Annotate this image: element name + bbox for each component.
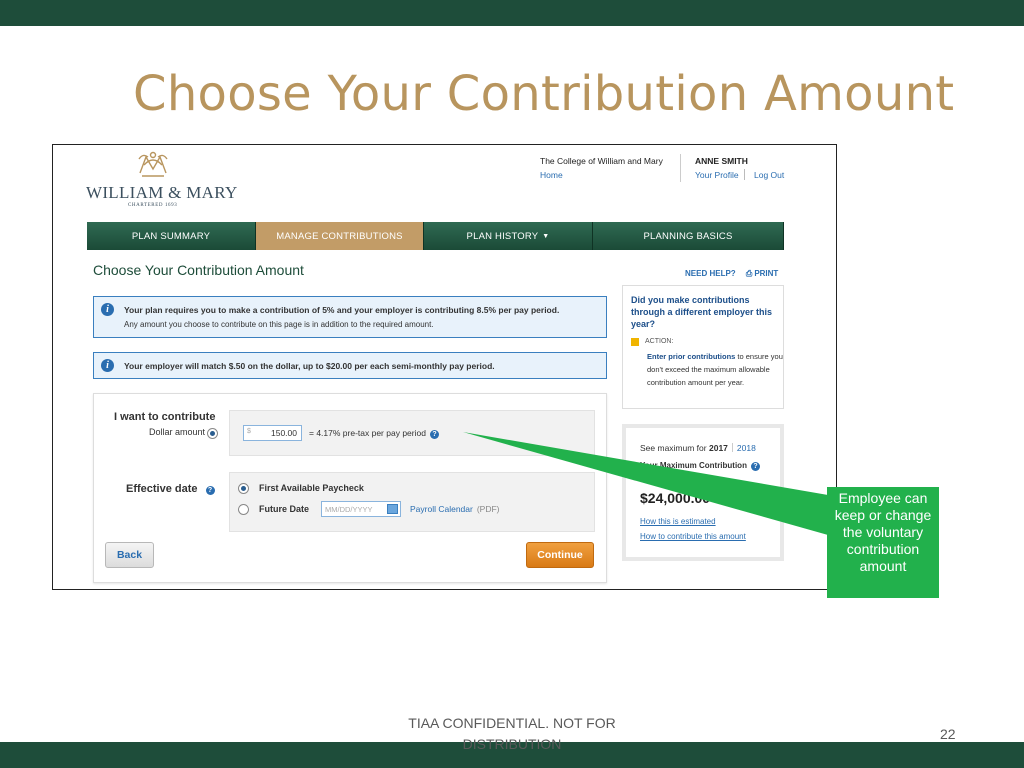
payroll-calendar-text: Payroll Calendar xyxy=(410,504,473,514)
main-nav: PLAN SUMMARY MANAGE CONTRIBUTIONS PLAN H… xyxy=(87,222,784,250)
pretax-value: = 4.17% pre-tax per pay period xyxy=(309,428,426,438)
see-maximum: See maximum for 2017 2018 xyxy=(640,443,756,453)
effective-date-label: Effective date? xyxy=(126,483,215,495)
user-name: ANNE SMITH xyxy=(695,156,748,166)
amount-area: $ 150.00 = 4.17% pre-tax per pay period? xyxy=(229,410,595,456)
action-text: Enter prior contributions to ensure you … xyxy=(647,350,783,389)
callout-box: Employee can keep or change the voluntar… xyxy=(827,487,939,598)
tab-plan-history[interactable]: PLAN HISTORY ▼ xyxy=(424,222,593,250)
currency-symbol: $ xyxy=(247,428,251,435)
max-contribution-label: Your Maximum Contribution? xyxy=(640,461,760,471)
page-heading: Choose Your Contribution Amount xyxy=(93,262,304,278)
need-help-link[interactable]: NEED HELP? xyxy=(685,269,736,278)
amount-value: 150.00 xyxy=(271,428,297,438)
payroll-calendar-link[interactable]: Payroll Calendar (PDF) xyxy=(410,504,500,514)
year-divider xyxy=(731,443,733,452)
footer-confidential: TIAA CONFIDENTIAL. NOT FOR DISTRIBUTION xyxy=(408,715,616,752)
match-text: Your employer will match $.50 on the dol… xyxy=(124,361,495,371)
effective-date-text: Effective date xyxy=(126,483,198,495)
first-paycheck-label: First Available Paycheck xyxy=(259,483,364,493)
back-button[interactable]: Back xyxy=(105,542,154,568)
contribute-label: I want to contribute xyxy=(114,411,216,423)
max-label-text: Your Maximum Contribution xyxy=(640,461,747,470)
amount-input[interactable]: $ 150.00 xyxy=(243,425,302,441)
tab-label: PLANNING BASICS xyxy=(643,230,733,242)
max-amount: $24,000.00 xyxy=(640,490,711,506)
print-link[interactable]: PRINT xyxy=(754,269,778,278)
how-to-contribute-link[interactable]: How to contribute this amount xyxy=(640,532,746,541)
home-link[interactable]: Home xyxy=(540,170,563,180)
tab-plan-summary[interactable]: PLAN SUMMARY xyxy=(87,222,256,250)
printer-icon[interactable]: ⎙ xyxy=(746,269,752,278)
dollar-amount-radio[interactable] xyxy=(207,428,218,439)
date-area: First Available Paycheck Future Date MM/… xyxy=(229,472,595,532)
tab-label: MANAGE CONTRIBUTIONS xyxy=(276,230,403,242)
future-date-label: Future Date xyxy=(259,504,310,514)
info-icon: i xyxy=(101,359,114,372)
pdf-label: (PDF) xyxy=(476,504,500,514)
top-bar xyxy=(0,0,1024,26)
enter-prior-contributions-link[interactable]: Enter prior contributions xyxy=(647,352,735,361)
slide-title: Choose Your Contribution Amount xyxy=(133,66,955,122)
future-date-radio[interactable] xyxy=(238,504,249,515)
date-placeholder: MM/DD/YYYY xyxy=(325,505,373,514)
log-out-link[interactable]: Log Out xyxy=(754,170,784,180)
help-links: NEED HELP? ⎙ PRINT xyxy=(685,269,778,279)
page-number: 22 xyxy=(940,726,956,742)
requirement-text: Your plan requires you to make a contrib… xyxy=(124,305,560,315)
how-estimated-link[interactable]: How this is estimated xyxy=(640,517,716,526)
logo-chartered: CHARTERED 1693 xyxy=(128,203,178,208)
pretax-text: = 4.17% pre-tax per pay period? xyxy=(309,428,439,439)
first-paycheck-radio[interactable] xyxy=(238,483,249,494)
year-next-link[interactable]: 2018 xyxy=(737,443,756,453)
tab-label: PLAN SUMMARY xyxy=(131,230,211,242)
header-link-divider xyxy=(744,169,745,180)
logo-wordmark: WILLIAM & MARY xyxy=(86,183,238,202)
prior-title: Did you make contributions through a dif… xyxy=(631,295,773,329)
tab-label: PLAN HISTORY xyxy=(466,230,539,242)
maximum-contribution-panel: See maximum for 2017 2018 Your Maximum Co… xyxy=(622,424,784,561)
info-icon: i xyxy=(101,303,114,316)
header-college: The College of William and Mary xyxy=(540,156,663,166)
requirement-note: Any amount you choose to contribute on t… xyxy=(124,320,434,329)
calendar-icon[interactable] xyxy=(387,504,398,514)
your-profile-link[interactable]: Your Profile xyxy=(695,170,739,180)
help-icon[interactable]: ? xyxy=(205,486,215,495)
help-icon[interactable]: ? xyxy=(750,462,760,471)
dollar-amount-label: Dollar amount xyxy=(149,427,206,437)
continue-button[interactable]: Continue xyxy=(526,542,594,568)
tab-planning-basics[interactable]: PLANNING BASICS xyxy=(593,222,784,250)
prior-contributions-panel: Did you make contributions through a dif… xyxy=(622,285,784,409)
help-icon[interactable]: ? xyxy=(429,430,439,439)
crest-logo-icon xyxy=(138,151,168,177)
contribution-form: I want to contribute Dollar amount $ 150… xyxy=(93,393,607,583)
future-date-input[interactable]: MM/DD/YYYY xyxy=(321,501,401,517)
chevron-down-icon: ▼ xyxy=(542,232,550,240)
action-icon xyxy=(631,338,639,346)
plan-requirement-notice: i Your plan requires you to make a contr… xyxy=(93,296,607,338)
year-current[interactable]: 2017 xyxy=(709,443,728,453)
action-label: ACTION: xyxy=(645,338,674,345)
employer-match-notice: i Your employer will match $.50 on the d… xyxy=(93,352,607,379)
header-divider xyxy=(680,154,681,182)
portal-screenshot: WILLIAM & MARY CHARTERED 1693 The Colleg… xyxy=(52,144,837,590)
see-maximum-label: See maximum for xyxy=(640,443,707,453)
tab-manage-contributions[interactable]: MANAGE CONTRIBUTIONS xyxy=(256,222,424,250)
